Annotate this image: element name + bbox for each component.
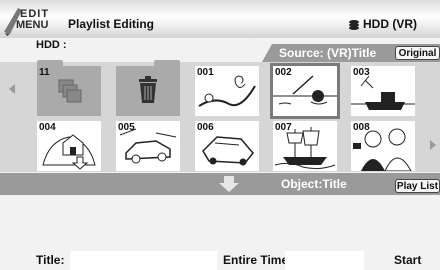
entire-time-label: Entire Time: — [223, 253, 293, 267]
thumbnail-007[interactable]: 007 — [273, 121, 337, 171]
scroll-right-icon[interactable] — [430, 140, 436, 150]
entire-time-field[interactable] — [285, 251, 364, 270]
thumbnail-number: 008 — [353, 122, 370, 133]
thumbnail-number: 002 — [275, 67, 292, 78]
thumbnail-trash[interactable] — [116, 60, 180, 116]
trash-icon — [139, 76, 157, 103]
thumbnail-folder-group[interactable]: 11 — [37, 60, 101, 116]
source-bar: Source: (VR)Title — [0, 44, 440, 62]
scroll-left-icon[interactable] — [9, 84, 15, 94]
hdd-disk-icon — [349, 19, 359, 30]
source-label: Source: (VR)Title — [279, 46, 377, 60]
thumbnail-003[interactable]: 003 — [351, 66, 415, 116]
thumbnail-number: 006 — [197, 122, 214, 133]
thumbnail-002[interactable]: 002 — [270, 63, 340, 119]
page-title: Playlist Editing — [68, 17, 155, 31]
thumbnail-004[interactable]: 004 — [37, 121, 101, 171]
info-panel — [0, 195, 440, 270]
playlist-editing-screen: EDIT MENU Playlist Editing HDD (VR) HDD … — [0, 0, 440, 270]
thumbnail-number: 004 — [39, 122, 56, 133]
thumbnail-006[interactable]: 006 — [195, 121, 259, 171]
thumbnail-number: 003 — [353, 67, 370, 78]
stack-icon — [58, 79, 82, 103]
menu-label: MENU — [16, 19, 49, 31]
hdd-status: HDD (VR) — [348, 17, 417, 31]
thumbnail-number: 007 — [275, 122, 292, 133]
header-bar: EDIT MENU Playlist Editing HDD (VR) — [0, 0, 440, 38]
thumbnail-number: 001 — [197, 67, 214, 78]
thumbnail-number: 005 — [118, 122, 135, 133]
source-bar-slant — [262, 44, 272, 62]
title-label: Title: — [36, 253, 65, 267]
thumbnail-008[interactable]: 008 — [351, 121, 415, 171]
hdd-status-label: HDD (VR) — [363, 17, 417, 31]
title-field[interactable] — [70, 251, 217, 270]
thumbnail-005[interactable]: 005 — [116, 121, 180, 171]
play-list-button[interactable]: Play List — [395, 179, 440, 193]
edit-menu-badge[interactable]: EDIT MENU — [2, 2, 49, 36]
original-button[interactable]: Original — [395, 46, 440, 60]
thumbnail-001[interactable]: 001 — [195, 66, 259, 116]
down-arrow-icon — [219, 176, 239, 192]
start-label: Start — [394, 253, 422, 267]
object-label: Object:Title — [281, 177, 347, 191]
